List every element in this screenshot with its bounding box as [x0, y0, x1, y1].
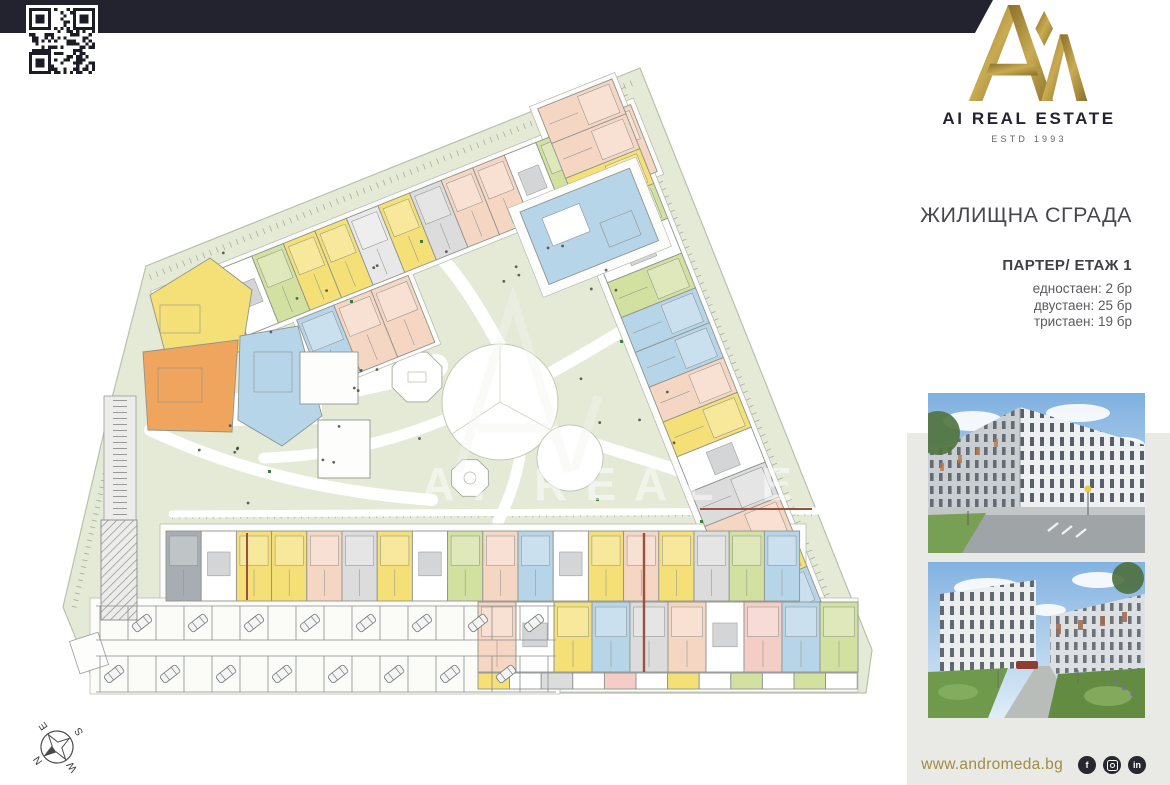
- compass-e: E: [37, 720, 51, 733]
- linkedin-icon[interactable]: in: [1128, 756, 1146, 774]
- brand-estd: ESTD 1993: [913, 134, 1145, 144]
- brand-block: AI REAL ESTATE ESTD 1993: [913, 3, 1145, 144]
- brand-logo-icon: [968, 3, 1090, 103]
- footer: www.andromeda.bg f in: [907, 750, 1170, 780]
- listing-info: ЖИЛИЩНА СГРАДА ПАРТЕР/ ЕТАЖ 1 едностаен:…: [920, 203, 1132, 331]
- bottom-band-units: [166, 531, 800, 601]
- page-title: ЖИЛИЩНА СГРАДА: [920, 203, 1132, 228]
- unit-count-row: двустаен: 25 бр: [920, 298, 1132, 315]
- qr-code[interactable]: [26, 5, 98, 77]
- facebook-icon[interactable]: f: [1078, 756, 1096, 774]
- unit-count-row: едностаен: 2 бр: [920, 281, 1132, 298]
- unit-counts: едностаен: 2 бр двустаен: 25 бр тристаен…: [920, 281, 1132, 331]
- watermark-text: AI REAL ES: [421, 458, 858, 510]
- brand-name: AI REAL ESTATE: [913, 109, 1145, 129]
- qr-code-image: [29, 8, 95, 74]
- website-link[interactable]: www.andromeda.bg: [921, 756, 1063, 774]
- unit-count-row: тристаен: 19 бр: [920, 314, 1132, 331]
- compass-w: W: [64, 759, 80, 774]
- building-render-1: [928, 393, 1145, 553]
- terrace-strip: [478, 673, 857, 689]
- compass-rose: N E S W: [17, 705, 101, 785]
- floor-label: ПАРТЕР/ ЕТАЖ 1: [920, 257, 1132, 274]
- compass-s: S: [72, 725, 86, 738]
- instagram-icon[interactable]: [1103, 756, 1121, 774]
- lower-band-units: [478, 602, 858, 672]
- top-accent-bar: [0, 0, 993, 33]
- building-render-2: [928, 562, 1145, 718]
